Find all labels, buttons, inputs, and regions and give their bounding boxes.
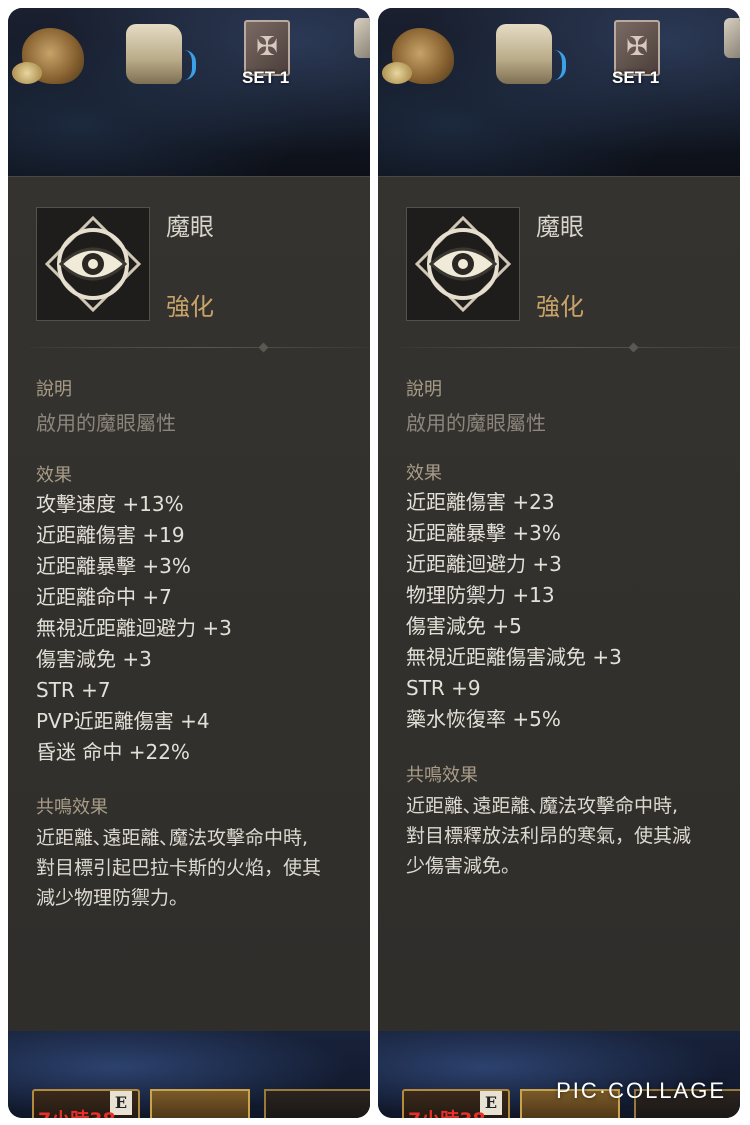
item-tooltip: 魔眼 強化 說明 啟用的魔眼屬性 效果 攻擊速度 +13% 近距離傷害 +19 … xyxy=(8,176,370,1032)
slot-timer: 7小時38 xyxy=(408,1105,486,1118)
effects-label: 效果 xyxy=(36,465,72,486)
resonance-text: 近距離､遠距離､魔法攻擊命中時, 對目標引起巴拉卡斯的火焰，使其 減少物理防禦力… xyxy=(36,823,370,913)
effect-line: 物理防禦力 +13 xyxy=(406,583,555,607)
bag-icon[interactable] xyxy=(12,28,84,84)
effect-line: 近距離傷害 +19 xyxy=(36,523,185,547)
hotbar-slot[interactable] xyxy=(264,1089,370,1118)
item-icon-frame xyxy=(406,207,520,321)
item-grade: 強化 xyxy=(166,293,214,321)
effect-line: 近距離迴避力 +3 xyxy=(406,552,562,576)
hotbar-slot[interactable] xyxy=(150,1089,250,1118)
description-label: 說明 xyxy=(406,379,442,400)
effects-label: 效果 xyxy=(406,463,442,484)
set-label: SET 1 xyxy=(242,68,290,87)
effect-line: 無視近距離傷害減免 +3 xyxy=(406,645,622,669)
effect-line: STR +7 xyxy=(36,678,111,702)
effect-line: 攻擊速度 +13% xyxy=(36,492,184,516)
resonance-line: 近距離､遠距離､魔法攻擊命中時, xyxy=(36,827,309,849)
resonance-label: 共鳴效果 xyxy=(36,797,108,818)
hotbar-slot-timer[interactable]: E 7小時38 xyxy=(32,1089,140,1118)
effect-line: 藥水恢復率 +5% xyxy=(406,707,561,731)
effect-line: 近距離暴擊 +3% xyxy=(406,521,561,545)
effect-line: 無視近距離迴避力 +3 xyxy=(36,616,232,640)
effect-line: STR +9 xyxy=(406,676,481,700)
resonance-line: 對目標引起巴拉卡斯的火焰，使其 xyxy=(36,857,322,879)
item-icon-frame xyxy=(36,207,150,321)
resonance-line: 減少物理防禦力。 xyxy=(36,887,189,909)
backpack-icon[interactable] xyxy=(126,24,196,84)
eye-icon xyxy=(44,215,142,313)
effect-line: 昏迷 命中 +22% xyxy=(36,740,190,764)
collage-watermark: PIC·COLLAGE xyxy=(556,1078,726,1103)
item-grade: 強化 xyxy=(536,293,584,321)
eye-icon xyxy=(414,215,512,313)
bag-icon[interactable] xyxy=(382,28,454,84)
top-toolbar: ✠ SET 1 xyxy=(378,8,740,176)
effect-line: 傷害減免 +3 xyxy=(36,647,152,671)
effects-list: 近距離傷害 +23 近距離暴擊 +3% 近距離迴避力 +3 物理防禦力 +13 … xyxy=(406,487,622,735)
tooltip-panel-right: ✠ SET 1 魔眼 強化 說明 啟用的魔眼屬性 效果 近距離傷害 +23 近距… xyxy=(378,8,740,1118)
divider xyxy=(400,347,740,348)
description-label: 說明 xyxy=(36,379,72,400)
resonance-label: 共鳴效果 xyxy=(406,765,478,786)
effect-line: 近距離命中 +7 xyxy=(36,585,172,609)
set-label: SET 1 xyxy=(612,68,660,87)
effect-line: 近距離暴擊 +3% xyxy=(36,554,191,578)
resonance-text: 近距離､遠距離､魔法攻擊命中時, 對目標釋放法利昂的寒氣，使其減 少傷害減免。 xyxy=(406,791,740,881)
partial-icon[interactable] xyxy=(724,18,740,58)
tooltip-panel-left: ✠ SET 1 魔眼 強化 說明 啟用的魔眼屬性 效果 攻擊速度 +13% 近距… xyxy=(8,8,370,1118)
hotbar-slot-timer[interactable]: E 7小時38 xyxy=(402,1089,510,1118)
effect-line: PVP近距離傷害 +4 xyxy=(36,709,210,733)
item-name: 魔眼 xyxy=(536,213,584,241)
description-text: 啟用的魔眼屬性 xyxy=(36,411,176,435)
description-text: 啟用的魔眼屬性 xyxy=(406,411,546,435)
item-name: 魔眼 xyxy=(166,213,214,241)
resonance-line: 近距離､遠距離､魔法攻擊命中時, xyxy=(406,795,679,817)
effect-line: 傷害減免 +5 xyxy=(406,614,522,638)
backpack-icon[interactable] xyxy=(496,24,566,84)
divider xyxy=(30,347,370,348)
item-tooltip: 魔眼 強化 說明 啟用的魔眼屬性 效果 近距離傷害 +23 近距離暴擊 +3% … xyxy=(378,176,740,1032)
effect-line: 近距離傷害 +23 xyxy=(406,490,555,514)
top-toolbar: ✠ SET 1 xyxy=(8,8,370,176)
bottom-hotbar: E 7小時38 xyxy=(378,1031,740,1118)
slot-timer: 7小時38 xyxy=(38,1105,116,1118)
bottom-hotbar: E 7小時38 xyxy=(8,1031,370,1118)
effects-list: 攻擊速度 +13% 近距離傷害 +19 近距離暴擊 +3% 近距離命中 +7 無… xyxy=(36,489,232,768)
partial-icon[interactable] xyxy=(354,18,370,58)
resonance-line: 少傷害減免。 xyxy=(406,855,521,877)
resonance-line: 對目標釋放法利昂的寒氣，使其減 xyxy=(406,825,692,847)
